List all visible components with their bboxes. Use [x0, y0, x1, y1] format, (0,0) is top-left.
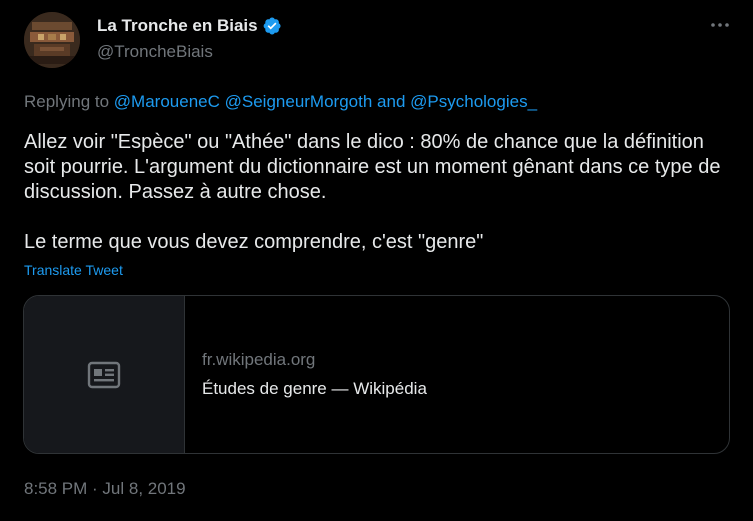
author-info: La Tronche en Biais @TroncheBiais: [97, 14, 282, 62]
link-card-domain: fr.wikipedia.org: [202, 350, 316, 369]
verified-badge-icon: [262, 16, 282, 36]
avatar-image: [24, 12, 80, 68]
handle[interactable]: @TroncheBiais: [97, 42, 282, 62]
tweet: La Tronche en Biais @TroncheBiais Replyi…: [0, 0, 753, 521]
tweet-paragraph: Le terme que vous devez comprendre, c'es…: [24, 231, 484, 253]
link-card-text: fr.wikipedia.org Études de genre — Wikip…: [185, 296, 427, 453]
link-card-thumbnail: [24, 296, 185, 453]
article-icon: [87, 361, 121, 388]
link-card-title: Études de genre — Wikipédia: [202, 379, 427, 398]
avatar[interactable]: [24, 12, 80, 68]
translate-tweet-link[interactable]: Translate Tweet: [24, 262, 123, 278]
more-options-icon[interactable]: [709, 14, 731, 36]
mention-link[interactable]: @MarouenеC: [114, 92, 220, 111]
mention-link[interactable]: @SeigneurMorgoth: [225, 92, 373, 111]
tweet-text: Allez voir "Espèce" ou "Athée" dans le d…: [24, 130, 734, 255]
tweet-timestamp[interactable]: 8:58 PM · Jul 8, 2019: [24, 479, 186, 499]
mention-link[interactable]: @Psychologies_: [410, 92, 537, 111]
display-name[interactable]: La Tronche en Biais: [97, 16, 258, 36]
tweet-paragraph: Allez voir "Espèce" ou "Athée" dans le d…: [24, 131, 721, 203]
reply-prefix: Replying to: [24, 92, 110, 111]
link-card[interactable]: fr.wikipedia.org Études de genre — Wikip…: [23, 295, 730, 454]
reply-conjunction[interactable]: and: [377, 92, 405, 111]
reply-context: Replying to @MarouenеC @SeigneurMorgoth …: [24, 92, 537, 112]
